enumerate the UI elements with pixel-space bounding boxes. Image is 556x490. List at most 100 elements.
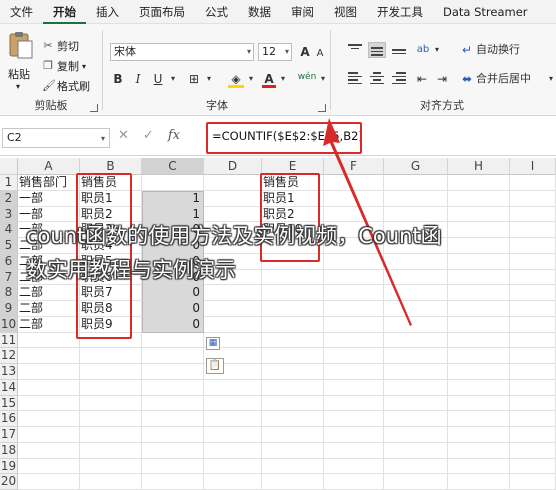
font-color-dropdown-icon[interactable]: ▾ [278,70,288,88]
menu-view[interactable]: 视图 [324,0,367,24]
align-middle-icon[interactable] [368,42,386,58]
row-header[interactable]: 12 [0,348,18,364]
cell-c[interactable]: 0 [143,301,203,317]
cell-a[interactable]: 销售部门 [19,175,79,191]
row-header[interactable]: 17 [0,427,18,443]
col-header-g[interactable]: G [384,158,448,175]
scissors-icon: ✂ [43,39,53,52]
menu-home[interactable]: 开始 [43,0,86,24]
cell-c[interactable]: 0 [143,317,203,333]
align-center-icon[interactable] [368,70,386,86]
row-header[interactable]: 11 [0,332,18,349]
font-launcher-icon[interactable] [318,104,326,112]
enter-icon[interactable]: ✓ [143,128,154,143]
row-header[interactable]: 6 [0,253,18,270]
insert-function-icon[interactable]: fx [168,128,180,143]
wrap-text-button[interactable]: 自动换行 [476,41,556,59]
row-header[interactable]: 7 [0,269,18,286]
bold-button[interactable]: B [110,70,126,88]
row-header[interactable]: 19 [0,458,18,475]
decrease-indent-icon[interactable]: ⇤ [414,70,430,88]
menu-file[interactable]: 文件 [0,0,43,24]
paste-options-icon[interactable]: 📋 [206,358,224,374]
copy-button[interactable]: ❐ 复制 ▾ [42,58,86,74]
row-header[interactable]: 14 [0,379,18,396]
phonetic-dropdown-icon[interactable]: ▾ [318,70,328,88]
col-header-i[interactable]: I [510,158,556,175]
col-header-f[interactable]: F [324,158,384,175]
paste-dropdown-icon[interactable]: ▾ [16,82,20,91]
quick-analysis-icon[interactable]: ▦ [206,337,220,350]
grow-font-button[interactable]: A [298,43,312,61]
font-size-select[interactable]: 12 ▾ [258,43,292,61]
cell-c[interactable]: 0 [143,285,203,301]
merge-dropdown-icon[interactable]: ▾ [546,70,556,88]
row-header[interactable]: 9 [0,301,18,317]
paste-icon[interactable] [8,30,34,60]
cut-button[interactable]: ✂ 剪切 [42,38,79,54]
borders-icon[interactable]: ⊞ [186,70,202,88]
phonetic-button[interactable]: wén [296,68,318,86]
menu-review[interactable]: 审阅 [281,0,324,24]
align-right-icon[interactable] [390,70,408,86]
menu-formulas[interactable]: 公式 [195,0,238,24]
chevron-down-icon: ▾ [100,134,105,143]
formula-bar-icons: ✕ ✓ fx [118,128,180,143]
row-header[interactable]: 3 [0,206,18,223]
col-header-h[interactable]: H [448,158,510,175]
font-name-select[interactable]: 宋体 ▾ [110,43,254,61]
row-header[interactable]: 20 [0,474,18,490]
row-header[interactable]: 5 [0,238,18,254]
spreadsheet-grid[interactable]: A B C D E F G H I 1 2 3 4 5 6 7 8 9 10 11 12 13 14 15 1… [0,118,556,490]
increase-indent-icon[interactable]: ⇥ [434,70,450,88]
fill-color-icon[interactable]: ◈ [228,70,244,88]
underline-dropdown-icon[interactable]: ▾ [168,70,178,88]
row-header[interactable]: 4 [0,222,18,238]
ribbon-divider [330,30,331,110]
merge-center-icon[interactable]: ⬌ [460,70,474,88]
col-header-a[interactable]: A [18,158,80,175]
select-all-corner[interactable] [0,158,18,175]
col-header-c[interactable]: C [142,158,204,175]
menu-data[interactable]: 数据 [238,0,281,24]
align-bottom-icon[interactable] [390,42,408,58]
cell-a[interactable]: 一部 [19,191,79,207]
menu-page-layout[interactable]: 页面布局 [129,0,195,24]
row-header[interactable]: 13 [0,364,18,380]
cancel-icon[interactable]: ✕ [118,128,129,143]
row-header[interactable]: 16 [0,411,18,427]
font-color-button[interactable]: A [262,70,276,88]
cell-c[interactable]: 1 [143,191,203,207]
row-header[interactable]: 2 [0,190,18,207]
orientation-dropdown-icon[interactable]: ▾ [432,41,442,59]
format-painter-button[interactable]: 🖌 格式刷 [42,78,90,94]
borders-dropdown-icon[interactable]: ▾ [204,70,214,88]
annotation-formula-box [206,122,362,154]
name-box[interactable]: C2 ▾ [2,128,110,148]
row-header[interactable]: 18 [0,442,18,459]
italic-button[interactable]: I [130,70,146,88]
wrap-text-icon[interactable]: ↵ [460,41,474,59]
shrink-font-button[interactable]: A [314,45,326,63]
cell-a[interactable]: 二部 [19,285,79,301]
merge-center-button[interactable]: 合并后居中 [476,70,548,88]
orientation-icon[interactable]: ab [414,41,432,59]
align-left-icon[interactable] [346,70,364,86]
row-header[interactable]: 15 [0,395,18,412]
menu-developer[interactable]: 开发工具 [367,0,433,24]
row-header[interactable]: 1 [0,175,18,191]
cell-a[interactable]: 二部 [19,317,79,333]
align-top-icon[interactable] [346,42,364,58]
underline-button[interactable]: U [150,70,166,88]
paste-button[interactable]: 粘贴 [8,66,30,82]
fill-color-dropdown-icon[interactable]: ▾ [246,70,256,88]
clipboard-launcher-icon[interactable] [90,104,98,112]
col-header-d[interactable]: D [204,158,262,175]
row-header[interactable]: 8 [0,285,18,301]
copy-dropdown-icon: ▾ [82,61,87,71]
menu-insert[interactable]: 插入 [86,0,129,24]
gridline [18,410,556,412]
row-header[interactable]: 10 [0,316,18,333]
menu-data-streamer[interactable]: Data Streamer [433,0,538,24]
cell-a[interactable]: 二部 [19,301,79,317]
